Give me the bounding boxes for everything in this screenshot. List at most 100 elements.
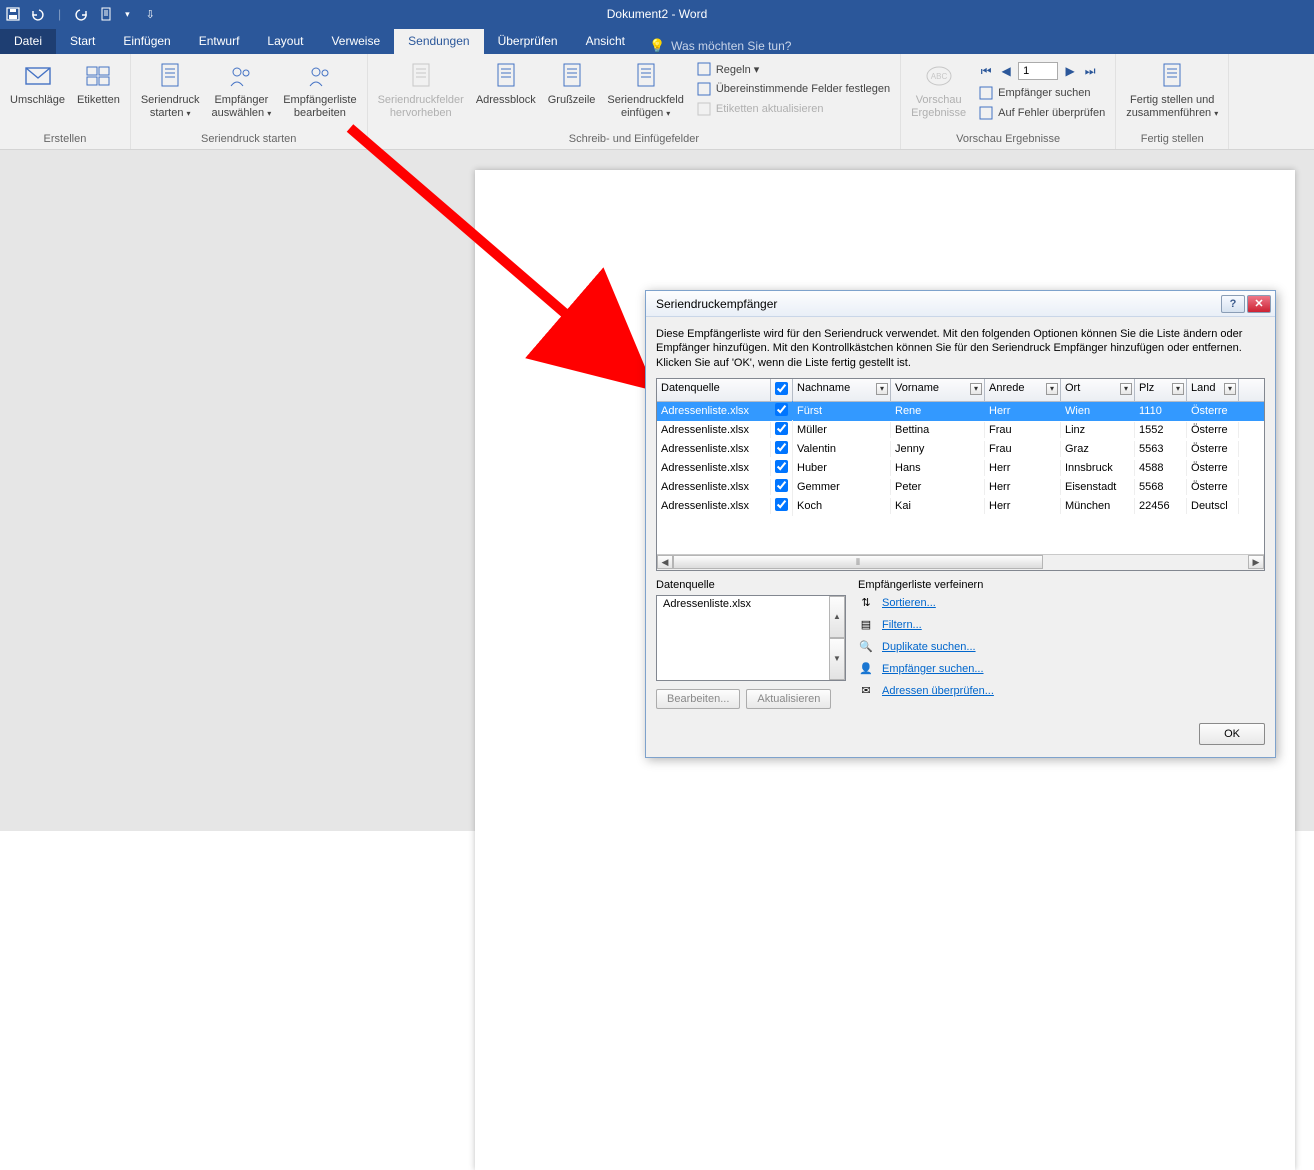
spin-up-icon[interactable]: ▲: [829, 596, 845, 638]
scroll-right-button[interactable]: ▶: [1248, 555, 1264, 569]
ribbon-btn-adressblock[interactable]: Adressblock: [472, 56, 540, 107]
row-checkbox[interactable]: [775, 441, 788, 454]
save-icon[interactable]: [6, 7, 20, 21]
ribbon-btn-fertig-stellen-und[interactable]: Fertig stellen und zusammenführen ▾: [1122, 56, 1222, 120]
repeat-icon[interactable]: [75, 7, 89, 21]
table-row[interactable]: Adressenliste.xlsxFürstReneHerrWien1110Ö…: [657, 402, 1264, 421]
cell: München: [1061, 498, 1135, 514]
link-icon: ⇅: [858, 595, 874, 611]
ribbon-btn-grußzeile[interactable]: Grußzeile: [544, 56, 600, 107]
refine-link[interactable]: Filtern...: [882, 619, 922, 631]
refine-link[interactable]: Adressen überprüfen...: [882, 685, 994, 697]
refine-link-row: 🔍 Duplikate suchen...: [858, 639, 1265, 655]
cell: 1110: [1135, 403, 1187, 419]
cell: Huber: [793, 460, 891, 476]
cell: Peter: [891, 479, 985, 495]
table-row[interactable]: Adressenliste.xlsxHuberHansHerrInnsbruck…: [657, 459, 1264, 478]
sort-dropdown-icon[interactable]: ▾: [1046, 383, 1058, 395]
table-row[interactable]: Adressenliste.xlsxValentinJennyFrauGraz5…: [657, 440, 1264, 459]
ribbon-btn-etiketten[interactable]: Etiketten: [73, 56, 124, 107]
cell: Adressenliste.xlsx: [657, 498, 771, 514]
ribbon-btn-seriendruckfeld[interactable]: Seriendruckfeld einfügen ▾: [603, 56, 687, 120]
table-row[interactable]: Adressenliste.xlsxGemmerPeterHerrEisenst…: [657, 478, 1264, 497]
grid-col-Land[interactable]: Land▾: [1187, 379, 1239, 401]
sort-dropdown-icon[interactable]: ▾: [876, 383, 888, 395]
tab-start[interactable]: Start: [56, 29, 109, 54]
sort-dropdown-icon[interactable]: ▾: [1224, 383, 1236, 395]
horizontal-scrollbar[interactable]: ◀ ⦀ ▶: [657, 554, 1264, 570]
qat-overflow-icon[interactable]: ⇩: [146, 8, 155, 21]
row-checkbox[interactable]: [775, 422, 788, 435]
refine-link[interactable]: Sortieren...: [882, 597, 936, 609]
grid-col-Plz[interactable]: Plz▾: [1135, 379, 1187, 401]
refine-link[interactable]: Empfänger suchen...: [882, 663, 984, 675]
sort-dropdown-icon[interactable]: ▾: [970, 383, 982, 395]
datasource-listbox[interactable]: Adressenliste.xlsx ▲ ▼: [656, 595, 846, 681]
ribbon-btn-umschläge[interactable]: Umschläge: [6, 56, 69, 107]
cell: Adressenliste.xlsx: [657, 460, 771, 476]
tab-layout[interactable]: Layout: [253, 29, 317, 54]
datasource-item[interactable]: Adressenliste.xlsx: [657, 596, 845, 612]
refine-link-row: ⇅ Sortieren...: [858, 595, 1265, 611]
cell: Herr: [985, 479, 1061, 495]
ribbon-small-übereinstimmende-felder-festlegen[interactable]: Übereinstimmende Felder festlegen: [694, 80, 892, 98]
refine-link-row: ▤Filtern...: [858, 617, 1265, 633]
nav-first-icon[interactable]: ⏮: [978, 63, 994, 79]
cell: [771, 420, 793, 440]
row-checkbox[interactable]: [775, 403, 788, 416]
sort-dropdown-icon[interactable]: ▾: [1172, 383, 1184, 395]
lightbulb-icon: 💡: [649, 38, 665, 54]
link-icon: 🔍: [858, 639, 874, 655]
grid-col-Ort[interactable]: Ort▾: [1061, 379, 1135, 401]
undo-icon[interactable]: [30, 7, 44, 21]
tab-ansicht[interactable]: Ansicht: [572, 29, 639, 54]
ribbon-small-regeln[interactable]: Regeln ▾: [694, 60, 892, 78]
tell-me-search[interactable]: 💡 Was möchten Sie tun?: [639, 38, 801, 54]
document-icon[interactable]: [99, 7, 113, 21]
grid-col-Anrede[interactable]: Anrede▾: [985, 379, 1061, 401]
ok-button[interactable]: OK: [1199, 723, 1265, 745]
ribbon-group-2: Seriendruckfelder hervorhebenAdressblock…: [368, 54, 902, 149]
grid-col-Nachname[interactable]: Nachname▾: [793, 379, 891, 401]
tab-entwurf[interactable]: Entwurf: [185, 29, 254, 54]
close-button[interactable]: ✕: [1247, 295, 1271, 313]
tab-verweise[interactable]: Verweise: [317, 29, 394, 54]
ribbon-small-auf-fehler-überprüfen[interactable]: Auf Fehler überprüfen: [976, 104, 1107, 122]
grid-col-Vorname[interactable]: Vorname▾: [891, 379, 985, 401]
nav-prev-icon[interactable]: ◀: [998, 63, 1014, 79]
scroll-thumb[interactable]: ⦀: [673, 555, 1043, 569]
nav-next-icon[interactable]: ▶: [1062, 63, 1078, 79]
refine-link[interactable]: Duplikate suchen...: [882, 641, 976, 653]
row-checkbox[interactable]: [775, 479, 788, 492]
table-row[interactable]: Adressenliste.xlsxMüllerBettinaFrauLinz1…: [657, 421, 1264, 440]
table-row[interactable]: Adressenliste.xlsxKochKaiHerrMünchen2245…: [657, 497, 1264, 516]
row-checkbox[interactable]: [775, 460, 788, 473]
grid-col-check[interactable]: [771, 379, 793, 401]
qat-dropdown-icon[interactable]: ▾: [125, 9, 130, 20]
select-all-checkbox[interactable]: [775, 382, 788, 395]
record-number-input[interactable]: [1018, 62, 1058, 80]
ribbon-small-empfänger-suchen[interactable]: Empfänger suchen: [976, 84, 1107, 102]
dialog-titlebar[interactable]: Seriendruckempfänger ? ✕: [646, 291, 1275, 317]
ribbon-btn-empfänger[interactable]: Empfänger auswählen ▾: [208, 56, 276, 120]
spin-down-icon[interactable]: ▼: [829, 638, 845, 680]
ribbon-btn-seriendruck[interactable]: Seriendruck starten ▾: [137, 56, 204, 120]
tab-überprüfen[interactable]: Überprüfen: [484, 29, 572, 54]
scroll-left-button[interactable]: ◀: [657, 555, 673, 569]
nav-last-icon[interactable]: ⏭: [1082, 63, 1098, 79]
tab-einfügen[interactable]: Einfügen: [109, 29, 184, 54]
sort-dropdown-icon[interactable]: ▾: [1120, 383, 1132, 395]
cell: Müller: [793, 422, 891, 438]
row-checkbox[interactable]: [775, 498, 788, 511]
tab-file[interactable]: Datei: [0, 29, 56, 54]
group-label: Erstellen: [6, 131, 124, 149]
ribbon-group-1: Seriendruck starten ▾Empfänger auswählen…: [131, 54, 368, 149]
cell: Herr: [985, 498, 1061, 514]
ribbon-btn-empfängerliste[interactable]: Empfängerliste bearbeiten: [279, 56, 360, 120]
help-button[interactable]: ?: [1221, 295, 1245, 313]
cell: Adressenliste.xlsx: [657, 441, 771, 457]
cell: Adressenliste.xlsx: [657, 403, 771, 419]
grid-col-Datenquelle[interactable]: Datenquelle: [657, 379, 771, 401]
recipients-grid: DatenquelleNachname▾Vorname▾Anrede▾Ort▾P…: [656, 378, 1265, 571]
tab-sendungen[interactable]: Sendungen: [394, 29, 483, 54]
